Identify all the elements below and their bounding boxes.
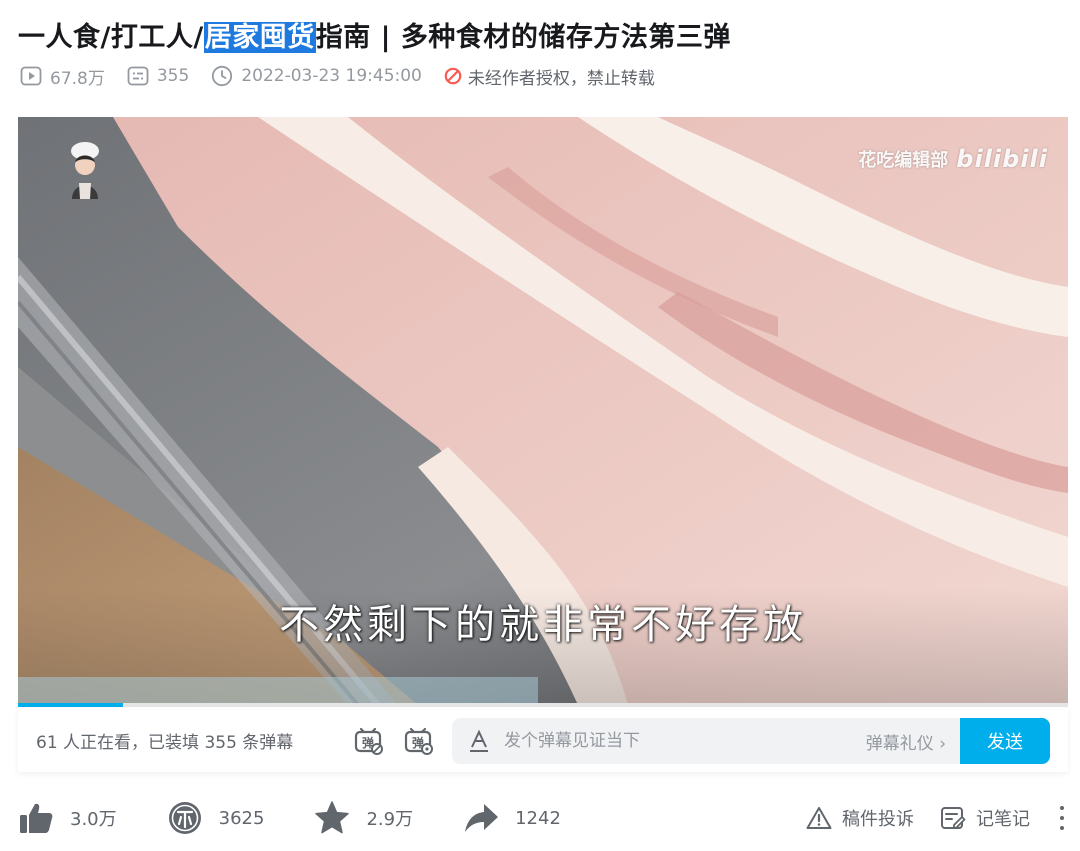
play-count-icon: [20, 66, 42, 86]
thumbs-up-icon: [20, 803, 53, 833]
forbidden-icon: [444, 67, 462, 85]
danmaku-count: 355: [127, 66, 189, 86]
danmaku-toggle-button[interactable]: 弹: [350, 722, 386, 758]
copyright-notice: 未经作者授权，禁止转载: [444, 64, 655, 89]
more-dot: [1060, 816, 1064, 820]
video-title-row: 一人食/打工人/居家囤货指南 | 多种食材的储存方法第三弹: [18, 14, 731, 54]
view-count-value: 67.8万: [50, 68, 105, 89]
video-action-row: 3.0万 3625 2.9万 1242 稿件投诉 记笔记: [18, 793, 1068, 843]
share-button[interactable]: 1242: [463, 800, 561, 836]
danmaku-settings-icon: 弹: [404, 727, 433, 755]
channel-logo-icon: [71, 142, 99, 199]
danmaku-input-container: 弹幕礼仪 › 发送: [452, 718, 1050, 764]
view-count: 67.8万: [20, 64, 105, 89]
danmaku-bar: 61 人正在看，已装填 355 条弹幕 弹 弹 弹幕礼仪 › 发送: [18, 708, 1068, 772]
danmaku-count-value: 355: [156, 66, 190, 86]
video-title: 一人食/打工人/居家囤货指南 | 多种食材的储存方法第三弹: [18, 15, 731, 54]
report-label: 稿件投诉: [842, 809, 914, 830]
danmaku-settings-button[interactable]: 弹: [400, 722, 436, 758]
publish-time: 2022-03-23 19:45:00: [211, 65, 422, 87]
note-icon: [941, 807, 966, 829]
like-count: 3.0万: [70, 809, 117, 830]
video-title-prefix: 一人食/打工人/: [18, 21, 204, 53]
danmaku-count-icon: [127, 66, 149, 86]
danmaku-toggle-icon: 弹: [354, 727, 383, 755]
report-button[interactable]: 稿件投诉: [806, 805, 914, 831]
video-meta-row: 67.8万 355 2022-03-23 19:45:00 未经作者授权，禁止转…: [20, 62, 677, 90]
more-dot: [1060, 826, 1064, 830]
video-title-selected-text: 居家囤货: [203, 21, 316, 53]
danmaku-etiquette-link[interactable]: 弹幕礼仪 ›: [866, 729, 946, 754]
star-icon: [315, 801, 350, 834]
clock-icon: [212, 65, 233, 87]
right-actions: 稿件投诉 记笔记: [780, 803, 1068, 833]
danmaku-style-icon[interactable]: [468, 729, 490, 753]
copyright-notice-text: 未经作者授权，禁止转载: [467, 68, 655, 89]
coin-count: 3625: [218, 807, 265, 829]
viewer-status: 61 人正在看，已装填 355 条弹幕: [36, 732, 294, 753]
video-progress-bar[interactable]: [18, 703, 1068, 707]
video-subtitle: 不然剩下的就非常不好存放: [279, 602, 807, 648]
video-player[interactable]: 花吃编辑部 bilibili 不然剩下的就非常不好存放: [18, 117, 1068, 705]
video-progress-fill: [18, 703, 123, 707]
warning-icon: [806, 807, 832, 829]
send-danmaku-button[interactable]: 发送: [960, 718, 1050, 764]
favorite-count: 2.9万: [366, 809, 414, 830]
share-icon: [465, 804, 499, 832]
watermark-brand: bilibili: [956, 145, 1048, 173]
share-count: 1242: [515, 807, 561, 829]
danmaku-input[interactable]: [504, 731, 834, 751]
coin-button[interactable]: 3625: [167, 800, 265, 836]
watermark-channel: 花吃编辑部: [858, 150, 949, 171]
like-button[interactable]: 3.0万: [18, 800, 117, 836]
favorite-button[interactable]: 2.9万: [314, 800, 413, 836]
notes-button[interactable]: 记笔记: [940, 805, 1030, 831]
coin-icon: [168, 802, 201, 834]
more-options-icon[interactable]: [1056, 803, 1068, 833]
notes-label: 记笔记: [976, 809, 1030, 830]
more-dot: [1060, 806, 1064, 810]
video-title-suffix: 指南 | 多种食材的储存方法第三弹: [315, 21, 731, 53]
video-watermark: 花吃编辑部 bilibili: [858, 145, 1048, 173]
publish-time-value: 2022-03-23 19:45:00: [241, 66, 422, 86]
